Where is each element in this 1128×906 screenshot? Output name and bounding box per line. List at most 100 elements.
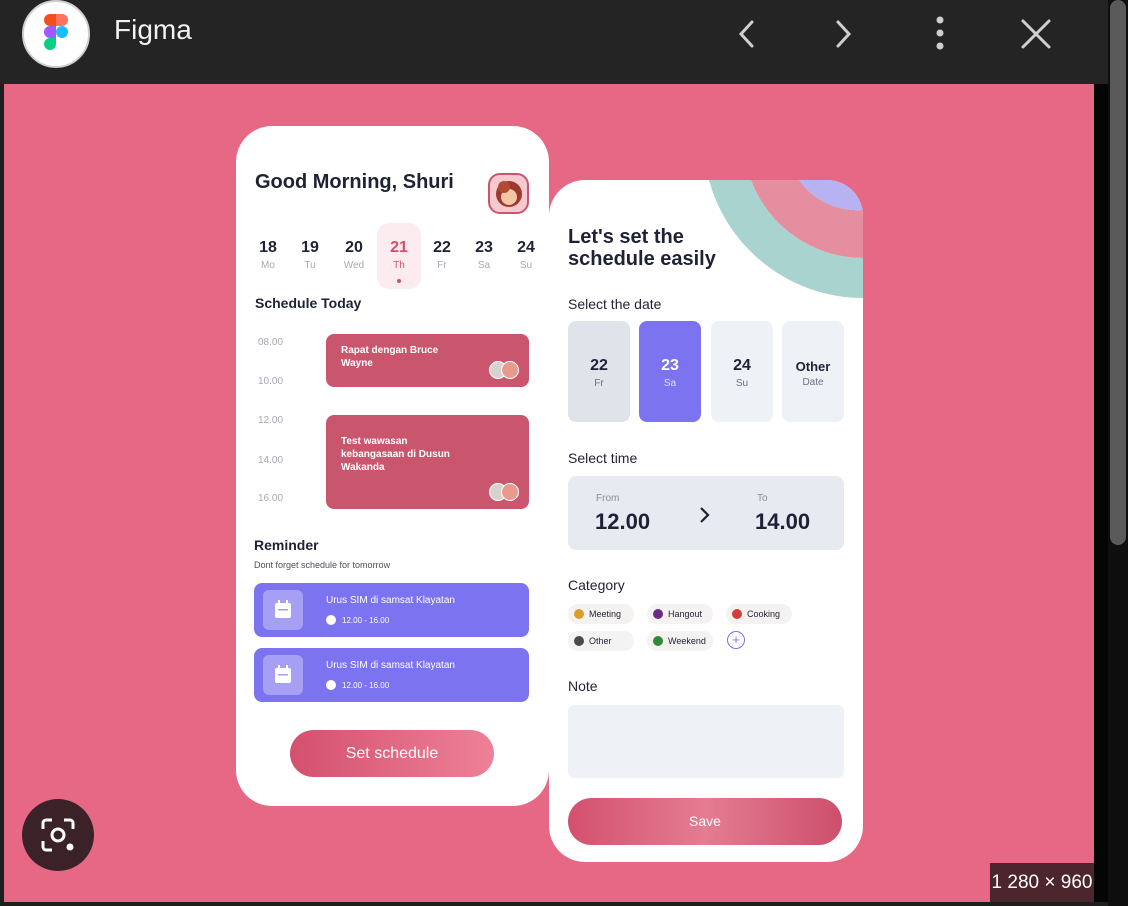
schedule-event-card[interactable]: Test wawasan kebangasaan di Dusun Wakand… — [326, 415, 529, 509]
date-option-selected[interactable]: 23 Sa — [639, 321, 701, 422]
week-day-picker: 18 Mo 19 Tu 20 Wed 21 Th 22 Fr 23 Sa 24 … — [246, 223, 541, 289]
category-chip[interactable]: Weekend — [647, 631, 713, 651]
phone-home-screen: Good Morning, Shuri 18 Mo 19 Tu 20 Wed 2… — [236, 126, 549, 806]
day-label: Tu — [304, 260, 316, 271]
avatar — [501, 361, 519, 379]
day-label: Th — [393, 260, 405, 271]
time-to-value[interactable]: 14.00 — [755, 509, 810, 535]
category-chip[interactable]: Other — [568, 631, 634, 651]
day-item[interactable]: 23 Sa — [462, 223, 506, 289]
day-item[interactable]: 18 Mo — [246, 223, 290, 289]
schedule-title: Schedule Today — [255, 295, 362, 311]
date-label: Date — [802, 377, 824, 388]
participants — [489, 483, 521, 501]
scrollbar[interactable] — [1108, 0, 1128, 906]
clock-icon — [326, 615, 336, 625]
reminder-subtitle: Dont forget schedule for tomorrow — [254, 560, 391, 570]
day-item[interactable]: 19 Tu — [288, 223, 332, 289]
day-number: 20 — [345, 239, 363, 256]
page-title: Let's set the schedule easily — [568, 226, 716, 270]
avatar-icon — [496, 181, 522, 207]
day-label: Sa — [477, 260, 491, 271]
add-category-icon[interactable]: + — [727, 631, 745, 649]
category-name: Meeting — [589, 609, 622, 619]
save-button[interactable]: Save — [568, 798, 842, 845]
lens-icon — [41, 818, 75, 852]
date-option[interactable]: 22 Fr — [568, 321, 630, 422]
day-label: Mo — [261, 260, 275, 271]
app-title: Figma — [114, 14, 192, 45]
category-dot — [653, 636, 663, 646]
select-date-label: Select the date — [568, 296, 662, 312]
date-label: Su — [735, 378, 749, 389]
time-label: 14.00 — [258, 455, 284, 466]
day-label: Su — [519, 260, 533, 271]
date-option[interactable]: 24 Su — [711, 321, 773, 422]
more-vertical-icon[interactable] — [918, 12, 962, 56]
day-number: 18 — [259, 239, 277, 256]
category-name: Other — [589, 636, 612, 646]
chevron-right-icon — [700, 507, 710, 523]
day-number: 23 — [475, 239, 493, 256]
reminder-title-text: Urus SIM di samsat Klayatan — [326, 595, 455, 606]
time-to-label: To — [757, 493, 768, 504]
divider — [1094, 84, 1108, 902]
date-number: 23 — [661, 357, 679, 374]
date-number: 24 — [733, 357, 751, 374]
clock-icon — [326, 680, 336, 690]
phone-schedule-screen: Let's set the schedule easily Select the… — [549, 180, 863, 862]
day-item[interactable]: 22 Fr — [420, 223, 464, 289]
date-label: Sa — [663, 378, 677, 389]
scrollbar-thumb[interactable] — [1110, 0, 1126, 545]
participants — [489, 361, 521, 379]
day-number: 19 — [301, 239, 319, 256]
select-time-label: Select time — [568, 450, 638, 466]
note-field[interactable] — [568, 705, 844, 778]
date-number: Other — [795, 359, 831, 374]
chevron-left-icon[interactable] — [726, 12, 770, 56]
time-label: 08.00 — [258, 337, 284, 348]
avatar — [501, 483, 519, 501]
reminder-card[interactable]: Urus SIM di samsat Klayatan 12.00 - 16.0… — [254, 583, 529, 637]
visual-search-button[interactable] — [22, 799, 94, 871]
calendar-icon — [263, 590, 303, 630]
close-icon[interactable] — [1014, 12, 1058, 56]
chevron-right-icon[interactable] — [822, 12, 866, 56]
day-item[interactable]: 20 Wed — [332, 223, 376, 289]
time-label: 10.00 — [258, 376, 284, 387]
image-canvas: Good Morning, Shuri 18 Mo 19 Tu 20 Wed 2… — [4, 84, 1094, 902]
date-option-other[interactable]: Other Date — [782, 321, 844, 422]
category-name: Cooking — [747, 609, 781, 619]
category-chip[interactable]: Hangout — [647, 604, 713, 624]
set-schedule-button[interactable]: Set schedule — [290, 730, 494, 777]
category-name: Weekend — [668, 636, 706, 646]
time-label: 12.00 — [258, 415, 284, 426]
category-name: Hangout — [668, 609, 703, 619]
figma-logo-icon — [22, 0, 90, 68]
category-chip[interactable]: Meeting — [568, 604, 634, 624]
time-from-value[interactable]: 12.00 — [595, 509, 650, 535]
time-label: 16.00 — [258, 493, 284, 504]
category-label: Category — [568, 577, 625, 593]
day-item[interactable]: 24 Su — [504, 223, 548, 289]
category-dot — [574, 609, 584, 619]
date-number: 22 — [590, 357, 608, 374]
category-chip[interactable]: Cooking — [726, 604, 792, 624]
calendar-icon — [263, 655, 303, 695]
category-dot — [653, 609, 663, 619]
avatar[interactable] — [488, 173, 529, 214]
note-label: Note — [568, 678, 598, 694]
app-header: Figma — [0, 0, 1108, 84]
reminder-time: 12.00 - 16.00 — [342, 616, 390, 625]
event-title: Test wawasan kebangasaan di Dusun Wakand… — [341, 436, 450, 473]
day-item-active[interactable]: 21 Th — [377, 223, 421, 289]
day-label: Wed — [343, 260, 365, 271]
day-number: 21 — [390, 239, 408, 256]
time-range-picker[interactable]: From 12.00 To 14.00 — [568, 476, 844, 550]
reminder-title-text: Urus SIM di samsat Klayatan — [326, 660, 455, 671]
reminder-time: 12.00 - 16.00 — [342, 681, 390, 690]
schedule-event-card[interactable]: Rapat dengan Bruce Wayne — [326, 334, 529, 387]
reminder-card[interactable]: Urus SIM di samsat Klayatan 12.00 - 16.0… — [254, 648, 529, 702]
day-number: 22 — [433, 239, 451, 256]
image-size-badge: 1 280 × 960 — [990, 863, 1094, 902]
